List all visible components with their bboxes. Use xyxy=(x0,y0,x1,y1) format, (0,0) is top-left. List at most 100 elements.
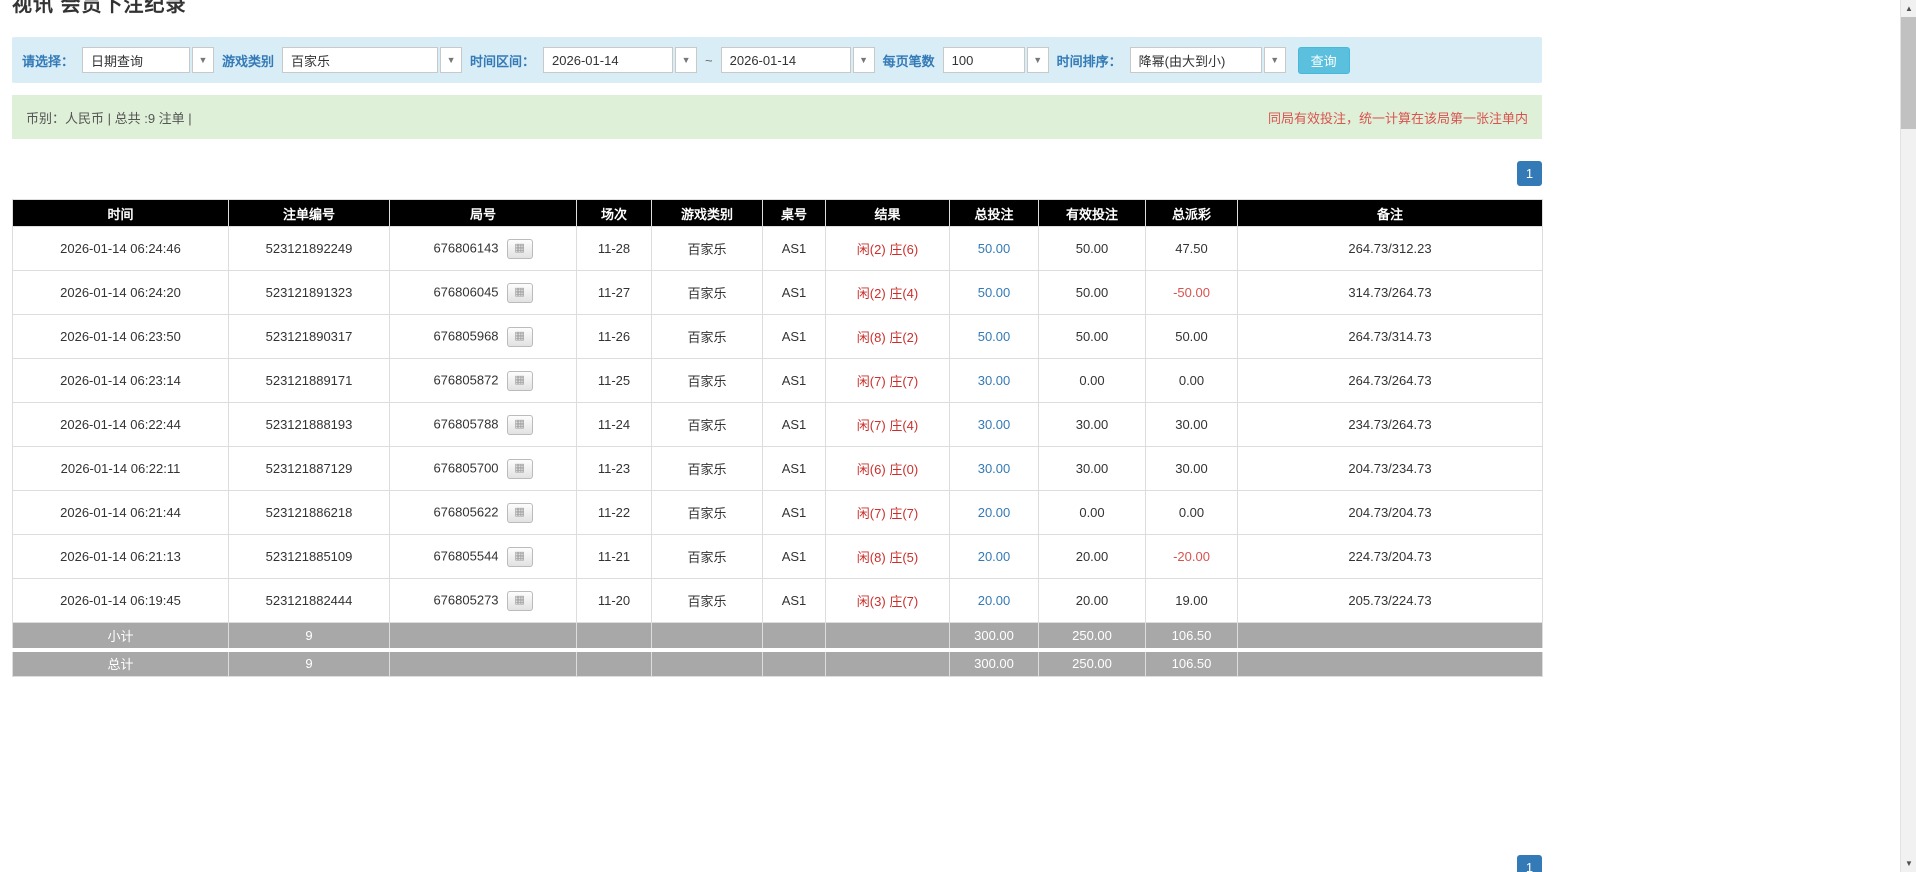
game-type-value: 百家乐 xyxy=(282,47,439,73)
table-row: 2026-01-14 06:19:45 523121882444 6768052… xyxy=(12,578,1543,623)
total-bet-link[interactable]: 50.00 xyxy=(978,329,1011,344)
cell-total-bet: 20.00 xyxy=(949,578,1039,623)
result-banker: 庄(6) xyxy=(889,242,919,257)
subtotal-total-bet: 300.00 xyxy=(949,622,1039,650)
page-button-1-bottom[interactable]: 1 xyxy=(1517,855,1542,872)
cell-session: 11-20 xyxy=(576,578,652,623)
chevron-down-icon[interactable]: ▼ xyxy=(1026,47,1049,73)
result-banker: 庄(2) xyxy=(889,330,919,345)
scrollbar[interactable]: ▲ ▼ xyxy=(1900,0,1916,872)
cell-time: 2026-01-14 06:22:11 xyxy=(12,446,229,491)
cell-total-bet: 50.00 xyxy=(949,226,1039,271)
date-from-dropdown[interactable]: 2026-01-14 ▼ xyxy=(543,47,698,73)
query-button[interactable]: 查询 xyxy=(1297,46,1350,74)
cell-total-bet: 20.00 xyxy=(949,490,1039,535)
round-replay-icon[interactable]: ▦ xyxy=(506,370,533,391)
cell-round-id: 676805622 ▦ xyxy=(389,490,577,535)
range-separator: ~ xyxy=(705,52,713,68)
round-number: 676805622 xyxy=(433,503,499,519)
date-to-dropdown[interactable]: 2026-01-14 ▼ xyxy=(720,47,875,73)
column-header-bet-id: 注单编号 xyxy=(228,199,390,227)
cell-valid-bet: 50.00 xyxy=(1038,226,1146,271)
total-bet-link[interactable]: 20.00 xyxy=(978,505,1011,520)
cell-time: 2026-01-14 06:19:45 xyxy=(12,578,229,623)
round-replay-icon[interactable]: ▦ xyxy=(506,458,533,479)
round-replay-icon[interactable]: ▦ xyxy=(506,590,533,611)
cell-note: 204.73/204.73 xyxy=(1237,490,1543,535)
total-bet-link[interactable]: 30.00 xyxy=(978,461,1011,476)
cell-table-no: AS1 xyxy=(762,402,826,447)
chevron-down-icon[interactable]: ▼ xyxy=(852,47,875,73)
round-replay-icon[interactable]: ▦ xyxy=(506,282,533,303)
round-number: 676805700 xyxy=(433,459,499,475)
scrollbar-down-icon[interactable]: ▼ xyxy=(1901,855,1916,872)
cell-table-no: AS1 xyxy=(762,226,826,271)
page-size-dropdown[interactable]: 100 ▼ xyxy=(942,47,1049,73)
table-row: 2026-01-14 06:22:11 523121887129 6768057… xyxy=(12,446,1543,491)
result-player: 闲(2) xyxy=(856,286,886,301)
total-bet-link[interactable]: 50.00 xyxy=(978,285,1011,300)
total-bet-link[interactable]: 20.00 xyxy=(978,549,1011,564)
table-row: 2026-01-14 06:21:13 523121885109 6768055… xyxy=(12,534,1543,579)
total-bet-link[interactable]: 30.00 xyxy=(978,417,1011,432)
table-row: 2026-01-14 06:23:50 523121890317 6768059… xyxy=(12,314,1543,359)
cell-table-no: AS1 xyxy=(762,358,826,403)
scrollbar-up-icon[interactable]: ▲ xyxy=(1901,0,1916,17)
cell-session: 11-28 xyxy=(576,226,652,271)
cell-result: 闲(6) 庄(0) xyxy=(825,446,950,491)
cell-table-no: AS1 xyxy=(762,490,826,535)
total-bet-link[interactable]: 30.00 xyxy=(978,373,1011,388)
game-type-dropdown[interactable]: 百家乐 ▼ xyxy=(282,47,463,73)
cell-bet-id: 523121887129 xyxy=(228,446,390,491)
cell-time: 2026-01-14 06:24:20 xyxy=(12,270,229,315)
cell-game-type: 百家乐 xyxy=(651,578,763,623)
round-number: 676805872 xyxy=(433,371,499,387)
result-banker: 庄(7) xyxy=(889,374,919,389)
scrollbar-thumb[interactable] xyxy=(1901,17,1916,129)
cell-game-type: 百家乐 xyxy=(651,402,763,447)
round-replay-icon[interactable]: ▦ xyxy=(506,238,533,259)
sort-dropdown[interactable]: 降幂(由大到小) ▼ xyxy=(1129,47,1286,73)
round-replay-icon[interactable]: ▦ xyxy=(506,546,533,567)
cell-valid-bet: 0.00 xyxy=(1038,358,1146,403)
chevron-down-icon[interactable]: ▼ xyxy=(675,47,698,73)
chevron-down-icon[interactable]: ▼ xyxy=(192,47,215,73)
cell-note: 224.73/204.73 xyxy=(1237,534,1543,579)
summary-bar: 币别：人民币 | 总共 :9 注单 | 同局有效投注，统一计算在该局第一张注单内 xyxy=(12,95,1542,139)
cell-bet-id: 523121882444 xyxy=(228,578,390,623)
query-type-dropdown[interactable]: 日期查询 ▼ xyxy=(82,47,215,73)
chevron-down-icon[interactable]: ▼ xyxy=(1263,47,1286,73)
cell-round-id: 676805273 ▦ xyxy=(389,578,577,623)
column-header-valid-bet: 有效投注 xyxy=(1038,199,1146,227)
cell-bet-id: 523121892249 xyxy=(228,226,390,271)
cell-payout: -20.00 xyxy=(1145,534,1238,579)
cell-result: 闲(2) 庄(6) xyxy=(825,226,950,271)
total-count: 9 xyxy=(228,647,390,677)
records-table: 时间 注单编号 局号 场次 游戏类别 桌号 结果 总投注 有效投注 总派彩 备注… xyxy=(12,199,1543,677)
cell-table-no: AS1 xyxy=(762,270,826,315)
round-replay-icon[interactable]: ▦ xyxy=(506,326,533,347)
cell-note: 264.73/312.23 xyxy=(1237,226,1543,271)
date-to-value: 2026-01-14 xyxy=(720,47,851,73)
total-bet-link[interactable]: 50.00 xyxy=(978,241,1011,256)
cell-round-id: 676805788 ▦ xyxy=(389,402,577,447)
chevron-down-icon[interactable]: ▼ xyxy=(440,47,463,73)
cell-bet-id: 523121886218 xyxy=(228,490,390,535)
sort-value: 降幂(由大到小) xyxy=(1129,47,1262,73)
round-replay-icon[interactable]: ▦ xyxy=(506,414,533,435)
total-bet-link[interactable]: 20.00 xyxy=(978,593,1011,608)
result-player: 闲(2) xyxy=(856,242,886,257)
cell-result: 闲(2) 庄(4) xyxy=(825,270,950,315)
cell-bet-id: 523121888193 xyxy=(228,402,390,447)
cell-table-no: AS1 xyxy=(762,446,826,491)
date-from-value: 2026-01-14 xyxy=(543,47,674,73)
cell-result: 闲(8) 庄(2) xyxy=(825,314,950,359)
select-label: 请选择： xyxy=(22,53,75,69)
subtotal-row: 小计 9 300.00 250.00 106.50 xyxy=(12,622,1543,650)
cell-table-no: AS1 xyxy=(762,314,826,359)
page-button-1[interactable]: 1 xyxy=(1517,161,1542,186)
round-replay-icon[interactable]: ▦ xyxy=(506,502,533,523)
cell-note: 264.73/314.73 xyxy=(1237,314,1543,359)
cell-round-id: 676805700 ▦ xyxy=(389,446,577,491)
cell-table-no: AS1 xyxy=(762,578,826,623)
